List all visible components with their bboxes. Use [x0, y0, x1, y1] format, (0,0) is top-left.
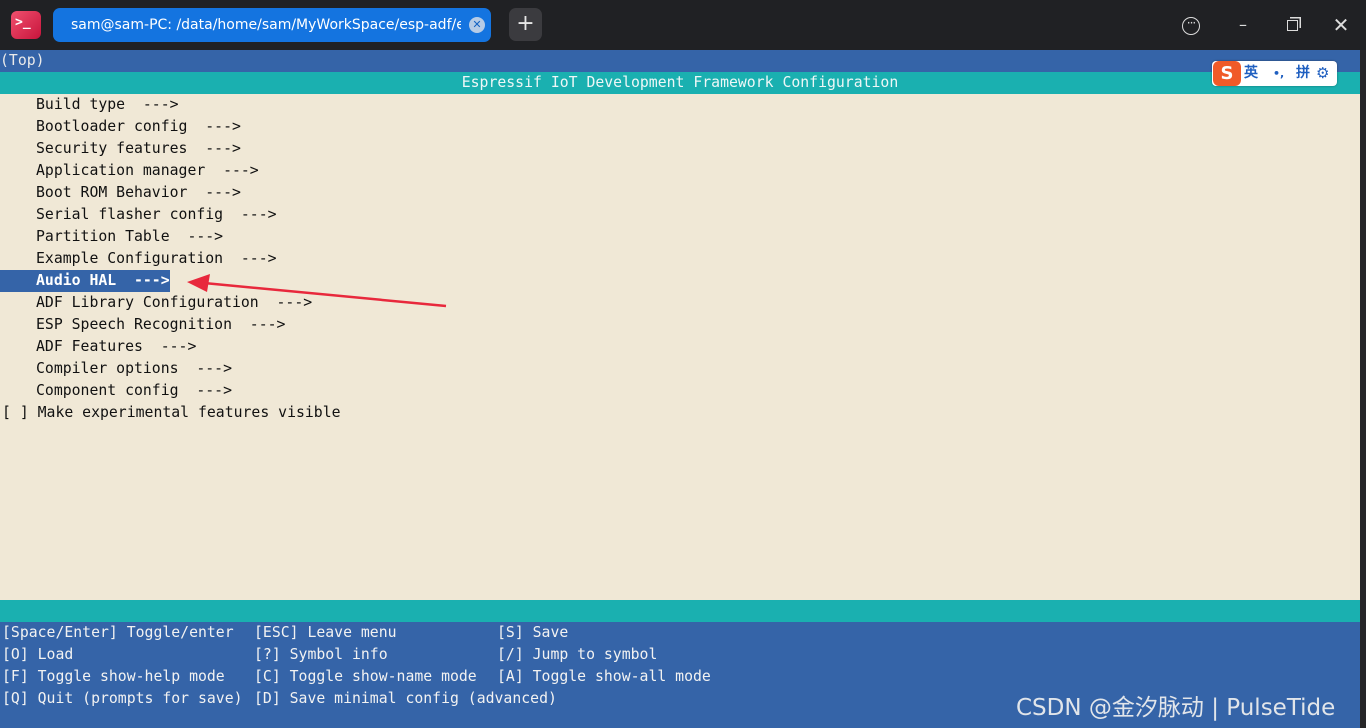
watermark: CSDN @金汐脉动 | PulseTide [1016, 695, 1336, 721]
annotation-arrow [187, 274, 447, 308]
annotation-arrow-shaft [203, 281, 447, 308]
annotation-arrow-head [187, 274, 210, 292]
